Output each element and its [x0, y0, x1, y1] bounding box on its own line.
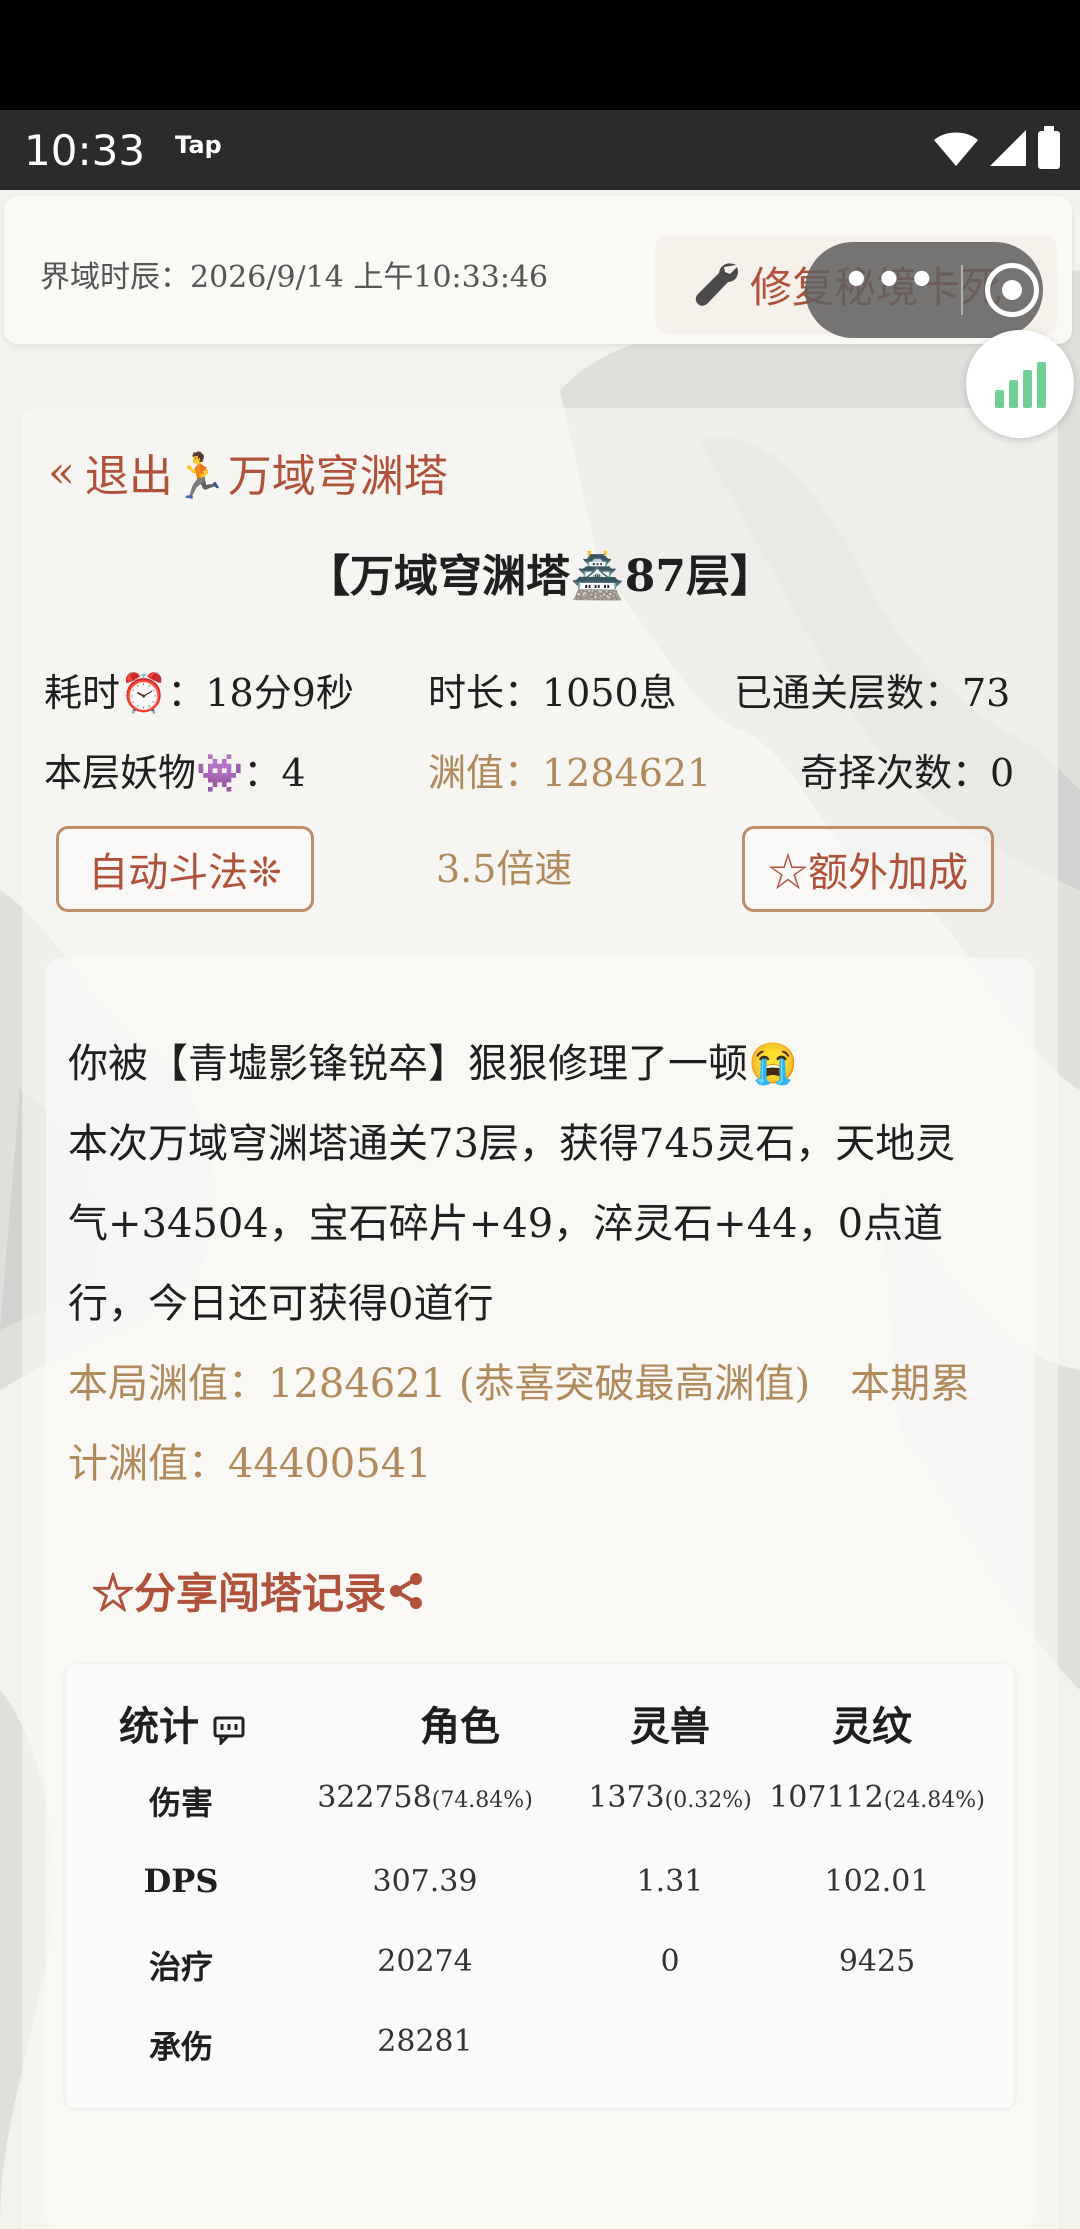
realm-clock: 界域时辰：2026/9/14 上午10:33:46 — [40, 260, 549, 295]
table-cell: 20274 — [377, 1944, 473, 1979]
stats-row-1: 耗时⏰：18分9秒 时长：1050息 已通关层数：73 — [44, 662, 1044, 722]
close-miniprogram-icon[interactable] — [985, 263, 1040, 317]
table-cell: 1.31 — [636, 1864, 704, 1899]
cell-value: 322758 — [317, 1780, 432, 1815]
abyss-value: 渊值：1284621 — [428, 751, 712, 795]
top-black-bar — [0, 0, 1080, 110]
performance-float-button[interactable] — [966, 330, 1074, 438]
wifi-icon — [934, 132, 978, 166]
share-icon — [390, 1572, 423, 1609]
cell-signal-icon — [990, 130, 1026, 166]
battery-icon — [1038, 126, 1060, 169]
miniprogram-capsule[interactable]: ••• — [805, 242, 1043, 338]
more-options-icon[interactable]: ••• — [841, 255, 939, 307]
header-stats-label: 统计 — [119, 1703, 200, 1750]
header-spirit-pattern: 灵纹 — [832, 1703, 912, 1750]
table-cell: 1373(0.32%) — [570, 1780, 770, 1815]
status-icons — [932, 126, 1062, 170]
duration: 时长：1050息 — [428, 671, 677, 715]
floor-title: 【万域穹渊塔🏯87层】 — [305, 551, 774, 602]
row-label-damage-taken: 承伤 — [148, 2028, 213, 2066]
monster-count: 本层妖物👾：4 — [44, 751, 306, 795]
table-cell: 9425 — [838, 1944, 916, 1979]
exit-tower-link[interactable]: « 退出🏃万域穹渊塔 — [48, 440, 448, 504]
cell-value: 107112 — [769, 1780, 884, 1815]
signal-bar-icon — [1008, 380, 1018, 408]
header-stats: 统计 — [112, 1694, 252, 1752]
cell-percent: (74.84%) — [431, 1788, 533, 1813]
status-bar: 10:33 Tap — [0, 110, 1080, 190]
signal-bar-icon — [1036, 362, 1046, 408]
table-cell: 307.39 — [372, 1864, 478, 1899]
double-chevron-left-icon: « — [48, 446, 75, 498]
result-line-abyss: 本局渊值：1284621 (恭喜突破最高渊值) 本期累 — [68, 1361, 971, 1407]
result-line-rewards: 本次万域穹渊塔通关73层，获得745灵石，天地灵 — [68, 1121, 956, 1167]
capsule-divider — [961, 265, 964, 315]
cell-percent: (0.32%) — [664, 1788, 752, 1813]
header-spirit-beast: 灵兽 — [630, 1703, 710, 1750]
extra-bonus-button[interactable]: ☆额外加成 — [742, 826, 994, 912]
share-label: ☆分享闯塔记录 — [92, 1569, 387, 1618]
stats-row-2: 本层妖物👾：4 渊值：1284621 奇择次数：0 — [44, 742, 1044, 802]
result-line-rewards-3: 行，今日还可获得0道行 — [68, 1281, 494, 1327]
table-cell: 107112(24.84%) — [762, 1780, 992, 1815]
table-cell: 28281 — [377, 2024, 473, 2059]
table-cell: 322758(74.84%) — [310, 1780, 540, 1815]
row-label-damage: 伤害 — [148, 1784, 213, 1822]
result-line-rewards-2: 气+34504，宝石碎片+49，淬灵石+44，0点道 — [68, 1201, 944, 1247]
signal-bar-icon — [994, 390, 1004, 408]
auto-battle-button[interactable]: 自动斗法❊ — [56, 826, 314, 912]
exit-label: 退出🏃万域穹渊塔 — [84, 451, 448, 502]
signal-bar-icon — [1022, 370, 1032, 408]
cell-percent: (24.84%) — [883, 1788, 985, 1813]
wrench-icon — [695, 263, 738, 306]
row-label-healing: 治疗 — [148, 1948, 213, 1986]
share-record-button[interactable]: ☆分享闯塔记录 — [92, 1560, 426, 1621]
status-time: 10:33 — [24, 125, 146, 175]
cleared-floors: 已通关层数：73 — [734, 671, 1011, 715]
result-line-abyss-total: 计渊值：44400541 — [68, 1441, 432, 1487]
header-character: 角色 — [420, 1703, 500, 1750]
speed-toggle[interactable]: 3.5倍速 — [436, 838, 572, 893]
table-cell: 0 — [660, 1944, 680, 1979]
row-label-dps: DPS — [143, 1862, 219, 1900]
elapsed-time: 耗时⏰：18分9秒 — [44, 671, 354, 715]
table-cell: 102.01 — [824, 1864, 930, 1899]
result-line-defeat: 你被【青墟影锋锐卒】狠狠修理了一顿😭 — [68, 1041, 798, 1087]
app-badge: Tap — [175, 131, 222, 159]
cell-value: 1373 — [588, 1780, 665, 1815]
comment-icon — [213, 1716, 245, 1747]
choice-count: 奇择次数：0 — [800, 751, 1015, 795]
battle-stats-table: 统计 角色 灵兽 灵纹 伤害 322758(74.84%) 1373(0.32%… — [66, 1664, 1014, 2108]
